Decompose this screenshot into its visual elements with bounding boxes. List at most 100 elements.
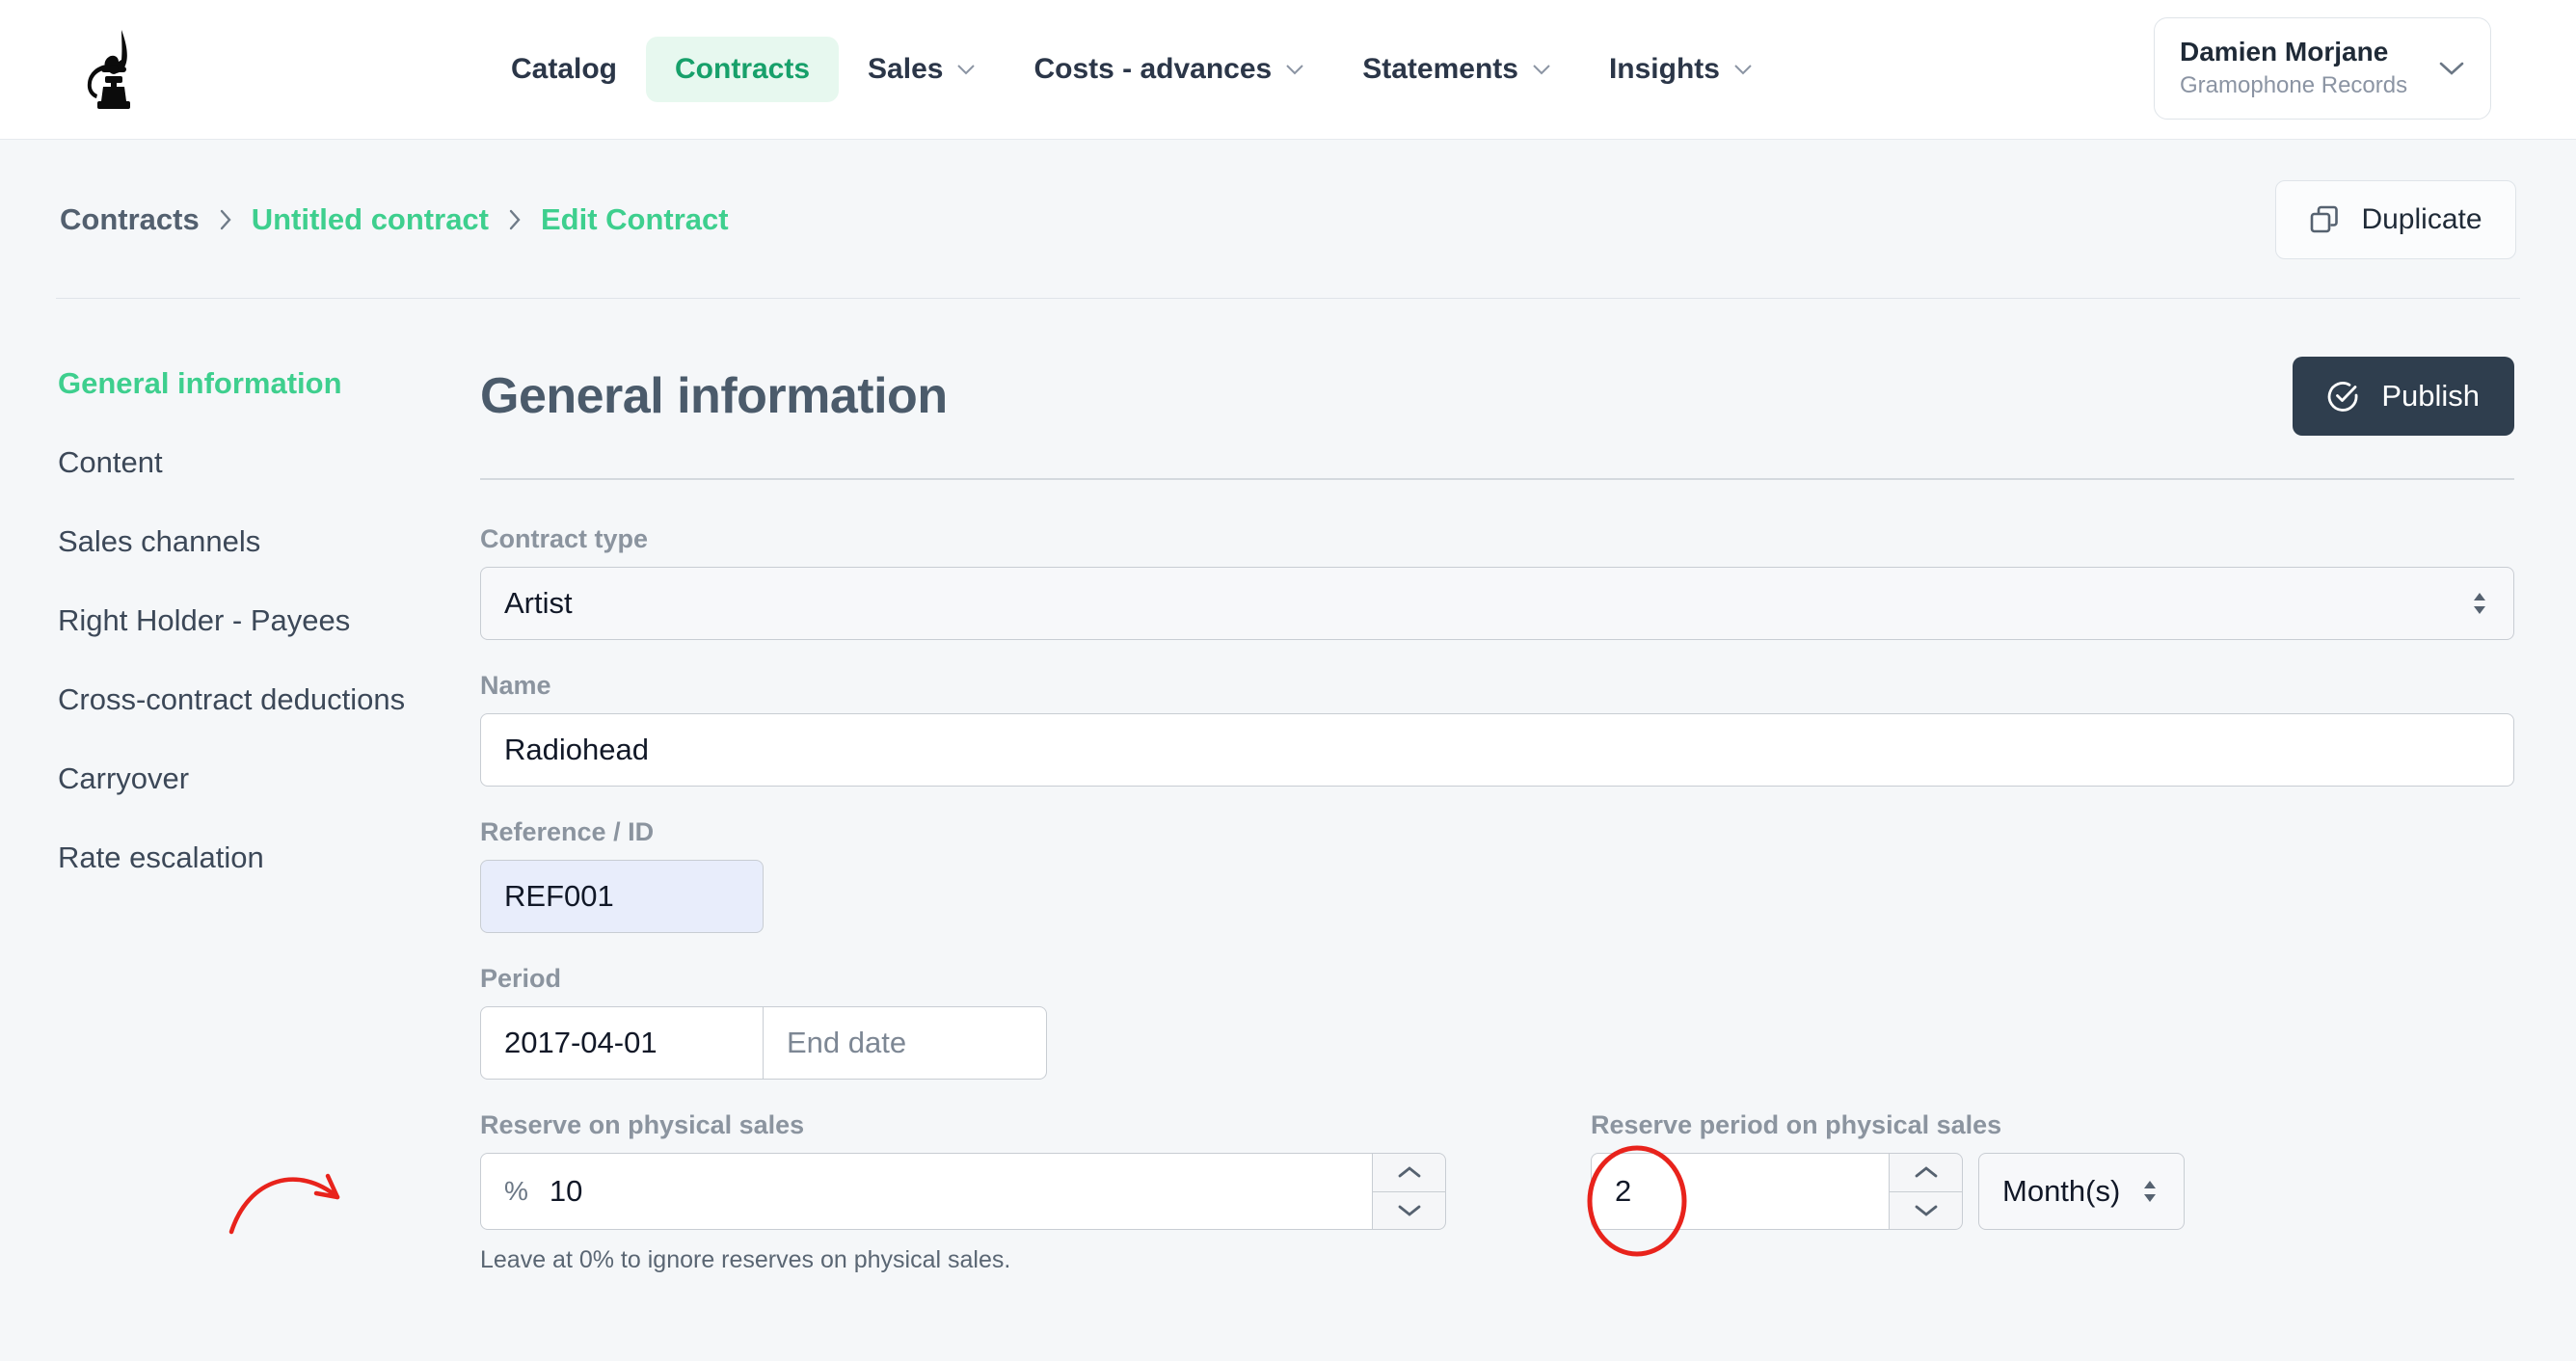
period-start-date-value: 2017-04-01 (504, 1026, 657, 1059)
reference-id-value: REF001 (504, 879, 614, 913)
chevron-down-icon (957, 65, 976, 75)
reserve-period-unit-select[interactable]: Month(s) (1978, 1153, 2186, 1230)
sidebar-item-general-information[interactable]: General information (56, 368, 480, 398)
chevron-down-icon (1398, 1205, 1420, 1216)
period-end-date-input[interactable]: End date (764, 1006, 1047, 1080)
reserve-period-unit-value: Month(s) (2002, 1174, 2121, 1208)
field-reserve-on-physical-sales: Reserve on physical sales % 10 Leave at … (480, 1110, 1512, 1274)
sidebar-label-cross-contract-deductions: Cross-contract deductions (58, 682, 406, 716)
contract-type-value: Artist (504, 586, 573, 620)
chevron-right-icon (509, 209, 521, 229)
chevron-down-icon (1915, 1205, 1937, 1216)
label-contract-type: Contract type (480, 524, 649, 553)
reserve-period-decrement-button[interactable] (1890, 1190, 1962, 1230)
period-end-date-placeholder: End date (787, 1026, 907, 1059)
chevron-up-icon (1398, 1166, 1420, 1178)
nav-label-sales: Sales (868, 53, 944, 85)
period-range: 2017-04-01 End date (480, 1006, 2514, 1080)
field-reference-id: Reference / ID REF001 (480, 817, 2514, 933)
select-arrows-icon (2474, 593, 2485, 614)
field-name: Name Radiohead (480, 671, 2514, 787)
contract-section-sidebar: General information Content Sales channe… (56, 357, 480, 1274)
nav-label-catalog: Catalog (511, 53, 618, 85)
sidebar-label-carryover: Carryover (58, 761, 190, 795)
reserve-on-physical-sales-input[interactable]: % 10 (480, 1153, 1373, 1230)
breadcrumb-item-edit-contract[interactable]: Edit Contract (541, 202, 729, 237)
sidebar-label-rate-escalation: Rate escalation (58, 841, 264, 874)
sidebar-item-cross-contract-deductions[interactable]: Cross-contract deductions (56, 684, 480, 714)
circle-check-icon (2328, 382, 2358, 412)
nav-label-statements: Statements (1362, 53, 1518, 85)
section-header: General information Publish (480, 357, 2514, 436)
chevron-up-icon (1915, 1166, 1937, 1178)
breadcrumb-item-contracts[interactable]: Contracts (60, 202, 200, 237)
page-body: General information Content Sales channe… (0, 299, 2576, 1274)
nav-label-insights: Insights (1608, 53, 1720, 85)
chevron-down-icon (2439, 62, 2464, 75)
reserve-on-physical-sales-stepper: % 10 (480, 1153, 1512, 1230)
breadcrumb-bar: Contracts Untitled contract Edit Contrac… (0, 140, 2576, 299)
sidebar-label-sales-channels: Sales channels (58, 524, 261, 558)
user-name: Damien Morjane (2180, 37, 2389, 67)
breadcrumb: Contracts Untitled contract Edit Contrac… (60, 202, 729, 237)
nav-item-statements[interactable]: Statements (1333, 37, 1580, 102)
reserve-period-value: 2 (1615, 1174, 1632, 1208)
chevron-down-icon (1286, 65, 1303, 75)
nav-item-costs-advances[interactable]: Costs - advances (1005, 37, 1333, 102)
nav-label-costs-advances: Costs - advances (1033, 53, 1273, 85)
reserve-period-value-input[interactable]: 2 (1591, 1153, 1890, 1230)
nav-item-contracts[interactable]: Contracts (646, 37, 840, 102)
gramophone-logo-icon (87, 30, 130, 109)
contract-type-select[interactable]: Artist (480, 567, 2514, 640)
app-logo[interactable] (0, 28, 193, 111)
reserve-settings-row: Reserve on physical sales % 10 Leave at … (228, 1110, 2514, 1274)
top-navigation-bar: Catalog Contracts Sales Costs - advances… (0, 0, 2576, 140)
select-arrows-icon (2144, 1181, 2157, 1202)
publish-button-label: Publish (2381, 379, 2480, 413)
sidebar-item-rate-escalation[interactable]: Rate escalation (56, 842, 480, 872)
section-divider (480, 478, 2514, 480)
sidebar-item-right-holder-payees[interactable]: Right Holder - Payees (56, 605, 480, 635)
reserve-period-stepper: 2 (1591, 1153, 1963, 1230)
field-reserve-period-on-physical-sales: Reserve period on physical sales 2 Month… (1587, 1110, 2186, 1257)
reserve-period-controls: 2 Month(s) (1587, 1145, 2186, 1257)
label-period: Period (480, 964, 562, 993)
field-period: Period 2017-04-01 End date (480, 964, 2514, 1080)
user-info: Damien Morjane Gramophone Records (2180, 35, 2438, 101)
user-organization: Gramophone Records (2180, 72, 2408, 99)
chevron-down-icon (1533, 65, 1550, 75)
reserve-on-physical-sales-hint: Leave at 0% to ignore reserves on physic… (480, 1246, 1011, 1273)
primary-nav: Catalog Contracts Sales Costs - advances… (482, 37, 1782, 102)
sidebar-label-right-holder-payees: Right Holder - Payees (58, 603, 351, 637)
period-start-date-input[interactable]: 2017-04-01 (480, 1006, 764, 1080)
reserve-period-increment-button[interactable] (1890, 1154, 1962, 1191)
copy-icon (2311, 205, 2339, 232)
sidebar-item-carryover[interactable]: Carryover (56, 763, 480, 793)
nav-item-insights[interactable]: Insights (1580, 37, 1782, 102)
nav-item-sales[interactable]: Sales (839, 37, 1005, 102)
label-name: Name (480, 671, 551, 700)
chevron-right-icon (220, 209, 231, 229)
reserve-on-physical-sales-value: 10 (549, 1174, 583, 1208)
nav-item-catalog[interactable]: Catalog (482, 37, 646, 102)
sidebar-item-content[interactable]: Content (56, 447, 480, 477)
nav-label-contracts: Contracts (675, 53, 811, 85)
reserve-period-spinner (1890, 1153, 1963, 1230)
general-information-panel: General information Publish Contract typ… (228, 357, 2520, 1274)
sidebar-label-general-information: General information (58, 366, 342, 400)
name-value: Radiohead (504, 733, 649, 766)
field-contract-type: Contract type Artist (480, 524, 2514, 640)
duplicate-button-label: Duplicate (2361, 202, 2482, 235)
publish-button[interactable]: Publish (2293, 357, 2514, 436)
reserve-percent-decrement-button[interactable] (1373, 1190, 1445, 1230)
label-reserve-period-on-physical-sales: Reserve period on physical sales (1591, 1110, 2002, 1139)
sidebar-item-sales-channels[interactable]: Sales channels (56, 526, 480, 556)
user-account-menu[interactable]: Damien Morjane Gramophone Records (2154, 17, 2491, 120)
name-input[interactable]: Radiohead (480, 713, 2514, 787)
breadcrumb-item-untitled-contract[interactable]: Untitled contract (252, 202, 489, 237)
reference-id-input[interactable]: REF001 (480, 860, 764, 933)
page-title: General information (480, 368, 948, 424)
duplicate-button[interactable]: Duplicate (2275, 179, 2516, 259)
label-reference-id: Reference / ID (480, 817, 655, 846)
reserve-percent-increment-button[interactable] (1373, 1154, 1445, 1191)
